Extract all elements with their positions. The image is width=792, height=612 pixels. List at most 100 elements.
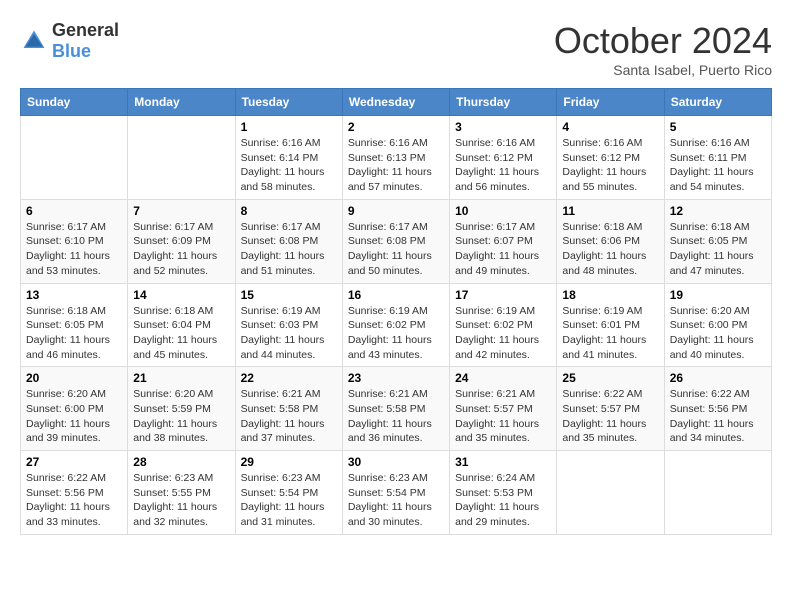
day-info: Sunrise: 6:23 AM Sunset: 5:54 PM Dayligh… bbox=[241, 471, 337, 530]
day-info: Sunrise: 6:18 AM Sunset: 6:05 PM Dayligh… bbox=[670, 220, 766, 279]
calendar-cell bbox=[128, 116, 235, 200]
day-info: Sunrise: 6:18 AM Sunset: 6:05 PM Dayligh… bbox=[26, 304, 122, 363]
day-info: Sunrise: 6:16 AM Sunset: 6:12 PM Dayligh… bbox=[455, 136, 551, 195]
calendar-cell: 18 Sunrise: 6:19 AM Sunset: 6:01 PM Dayli… bbox=[557, 283, 664, 367]
calendar-cell: 15 Sunrise: 6:19 AM Sunset: 6:03 PM Dayli… bbox=[235, 283, 342, 367]
day-info: Sunrise: 6:17 AM Sunset: 6:08 PM Dayligh… bbox=[241, 220, 337, 279]
calendar-cell: 13 Sunrise: 6:18 AM Sunset: 6:05 PM Dayli… bbox=[21, 283, 128, 367]
month-title: October 2024 bbox=[554, 20, 772, 62]
day-header-wednesday: Wednesday bbox=[342, 89, 449, 116]
day-number: 28 bbox=[133, 455, 229, 469]
day-info: Sunrise: 6:18 AM Sunset: 6:04 PM Dayligh… bbox=[133, 304, 229, 363]
day-info: Sunrise: 6:18 AM Sunset: 6:06 PM Dayligh… bbox=[562, 220, 658, 279]
calendar-cell: 7 Sunrise: 6:17 AM Sunset: 6:09 PM Daylig… bbox=[128, 199, 235, 283]
calendar-week-2: 6 Sunrise: 6:17 AM Sunset: 6:10 PM Daylig… bbox=[21, 199, 772, 283]
day-header-thursday: Thursday bbox=[450, 89, 557, 116]
day-info: Sunrise: 6:16 AM Sunset: 6:12 PM Dayligh… bbox=[562, 136, 658, 195]
calendar-cell: 26 Sunrise: 6:22 AM Sunset: 5:56 PM Dayli… bbox=[664, 367, 771, 451]
day-info: Sunrise: 6:20 AM Sunset: 6:00 PM Dayligh… bbox=[670, 304, 766, 363]
calendar-week-5: 27Sunrise: 6:22 AM Sunset: 5:56 PM Dayli… bbox=[21, 451, 772, 535]
day-number: 18 bbox=[562, 288, 658, 302]
day-number: 8 bbox=[241, 204, 337, 218]
calendar-cell: 3 Sunrise: 6:16 AM Sunset: 6:12 PM Daylig… bbox=[450, 116, 557, 200]
day-header-friday: Friday bbox=[557, 89, 664, 116]
day-number: 5 bbox=[670, 120, 766, 134]
day-number: 19 bbox=[670, 288, 766, 302]
day-info: Sunrise: 6:19 AM Sunset: 6:01 PM Dayligh… bbox=[562, 304, 658, 363]
day-info: Sunrise: 6:17 AM Sunset: 6:10 PM Dayligh… bbox=[26, 220, 122, 279]
logo: General Blue bbox=[20, 20, 119, 62]
calendar-cell: 27Sunrise: 6:22 AM Sunset: 5:56 PM Dayli… bbox=[21, 451, 128, 535]
calendar-cell: 2 Sunrise: 6:16 AM Sunset: 6:13 PM Daylig… bbox=[342, 116, 449, 200]
day-info: Sunrise: 6:21 AM Sunset: 5:57 PM Dayligh… bbox=[455, 387, 551, 446]
day-number: 27 bbox=[26, 455, 122, 469]
calendar-cell: 21 Sunrise: 6:20 AM Sunset: 5:59 PM Dayli… bbox=[128, 367, 235, 451]
day-number: 4 bbox=[562, 120, 658, 134]
day-header-monday: Monday bbox=[128, 89, 235, 116]
day-info: Sunrise: 6:20 AM Sunset: 6:00 PM Dayligh… bbox=[26, 387, 122, 446]
day-number: 10 bbox=[455, 204, 551, 218]
day-info: Sunrise: 6:17 AM Sunset: 6:09 PM Dayligh… bbox=[133, 220, 229, 279]
calendar-cell bbox=[557, 451, 664, 535]
day-number: 26 bbox=[670, 371, 766, 385]
day-info: Sunrise: 6:19 AM Sunset: 6:02 PM Dayligh… bbox=[455, 304, 551, 363]
calendar-week-1: 1 Sunrise: 6:16 AM Sunset: 6:14 PM Daylig… bbox=[21, 116, 772, 200]
day-info: Sunrise: 6:16 AM Sunset: 6:11 PM Dayligh… bbox=[670, 136, 766, 195]
day-number: 3 bbox=[455, 120, 551, 134]
day-number: 7 bbox=[133, 204, 229, 218]
day-info: Sunrise: 6:19 AM Sunset: 6:02 PM Dayligh… bbox=[348, 304, 444, 363]
calendar-cell: 11 Sunrise: 6:18 AM Sunset: 6:06 PM Dayli… bbox=[557, 199, 664, 283]
calendar-cell: 24Sunrise: 6:21 AM Sunset: 5:57 PM Dayli… bbox=[450, 367, 557, 451]
calendar-cell bbox=[664, 451, 771, 535]
calendar-table: SundayMondayTuesdayWednesdayThursdayFrid… bbox=[20, 88, 772, 535]
day-info: Sunrise: 6:22 AM Sunset: 5:56 PM Dayligh… bbox=[670, 387, 766, 446]
day-number: 31 bbox=[455, 455, 551, 469]
day-number: 21 bbox=[133, 371, 229, 385]
calendar-cell: 20 Sunrise: 6:20 AM Sunset: 6:00 PM Dayli… bbox=[21, 367, 128, 451]
calendar-cell: 1 Sunrise: 6:16 AM Sunset: 6:14 PM Daylig… bbox=[235, 116, 342, 200]
logo-icon bbox=[20, 27, 48, 55]
day-number: 2 bbox=[348, 120, 444, 134]
calendar-cell: 4 Sunrise: 6:16 AM Sunset: 6:12 PM Daylig… bbox=[557, 116, 664, 200]
day-number: 13 bbox=[26, 288, 122, 302]
calendar-cell: 25Sunrise: 6:22 AM Sunset: 5:57 PM Dayli… bbox=[557, 367, 664, 451]
calendar-cell: 16Sunrise: 6:19 AM Sunset: 6:02 PM Dayli… bbox=[342, 283, 449, 367]
calendar-cell: 8 Sunrise: 6:17 AM Sunset: 6:08 PM Daylig… bbox=[235, 199, 342, 283]
day-number: 29 bbox=[241, 455, 337, 469]
day-number: 15 bbox=[241, 288, 337, 302]
day-info: Sunrise: 6:20 AM Sunset: 5:59 PM Dayligh… bbox=[133, 387, 229, 446]
calendar-cell: 9Sunrise: 6:17 AM Sunset: 6:08 PM Daylig… bbox=[342, 199, 449, 283]
day-number: 9 bbox=[348, 204, 444, 218]
day-info: Sunrise: 6:23 AM Sunset: 5:55 PM Dayligh… bbox=[133, 471, 229, 530]
day-info: Sunrise: 6:23 AM Sunset: 5:54 PM Dayligh… bbox=[348, 471, 444, 530]
day-number: 20 bbox=[26, 371, 122, 385]
calendar-cell bbox=[21, 116, 128, 200]
day-header-sunday: Sunday bbox=[21, 89, 128, 116]
day-number: 1 bbox=[241, 120, 337, 134]
title-block: October 2024 Santa Isabel, Puerto Rico bbox=[554, 20, 772, 78]
day-number: 11 bbox=[562, 204, 658, 218]
calendar-cell: 28 Sunrise: 6:23 AM Sunset: 5:55 PM Dayli… bbox=[128, 451, 235, 535]
day-info: Sunrise: 6:16 AM Sunset: 6:13 PM Dayligh… bbox=[348, 136, 444, 195]
calendar-cell: 5 Sunrise: 6:16 AM Sunset: 6:11 PM Daylig… bbox=[664, 116, 771, 200]
calendar-week-4: 20 Sunrise: 6:20 AM Sunset: 6:00 PM Dayli… bbox=[21, 367, 772, 451]
calendar-cell: 22Sunrise: 6:21 AM Sunset: 5:58 PM Dayli… bbox=[235, 367, 342, 451]
day-header-saturday: Saturday bbox=[664, 89, 771, 116]
day-header-tuesday: Tuesday bbox=[235, 89, 342, 116]
page-header: General Blue October 2024 Santa Isabel, … bbox=[20, 20, 772, 78]
day-number: 6 bbox=[26, 204, 122, 218]
day-number: 30 bbox=[348, 455, 444, 469]
calendar-cell: 17Sunrise: 6:19 AM Sunset: 6:02 PM Dayli… bbox=[450, 283, 557, 367]
day-info: Sunrise: 6:16 AM Sunset: 6:14 PM Dayligh… bbox=[241, 136, 337, 195]
calendar-cell: 12 Sunrise: 6:18 AM Sunset: 6:05 PM Dayli… bbox=[664, 199, 771, 283]
calendar-week-3: 13 Sunrise: 6:18 AM Sunset: 6:05 PM Dayli… bbox=[21, 283, 772, 367]
day-info: Sunrise: 6:24 AM Sunset: 5:53 PM Dayligh… bbox=[455, 471, 551, 530]
day-number: 12 bbox=[670, 204, 766, 218]
calendar-cell: 14Sunrise: 6:18 AM Sunset: 6:04 PM Dayli… bbox=[128, 283, 235, 367]
calendar-cell: 29 Sunrise: 6:23 AM Sunset: 5:54 PM Dayli… bbox=[235, 451, 342, 535]
day-info: Sunrise: 6:19 AM Sunset: 6:03 PM Dayligh… bbox=[241, 304, 337, 363]
day-number: 23 bbox=[348, 371, 444, 385]
location-subtitle: Santa Isabel, Puerto Rico bbox=[554, 62, 772, 78]
calendar-cell: 31 Sunrise: 6:24 AM Sunset: 5:53 PM Dayli… bbox=[450, 451, 557, 535]
calendar-cell: 30 Sunrise: 6:23 AM Sunset: 5:54 PM Dayli… bbox=[342, 451, 449, 535]
